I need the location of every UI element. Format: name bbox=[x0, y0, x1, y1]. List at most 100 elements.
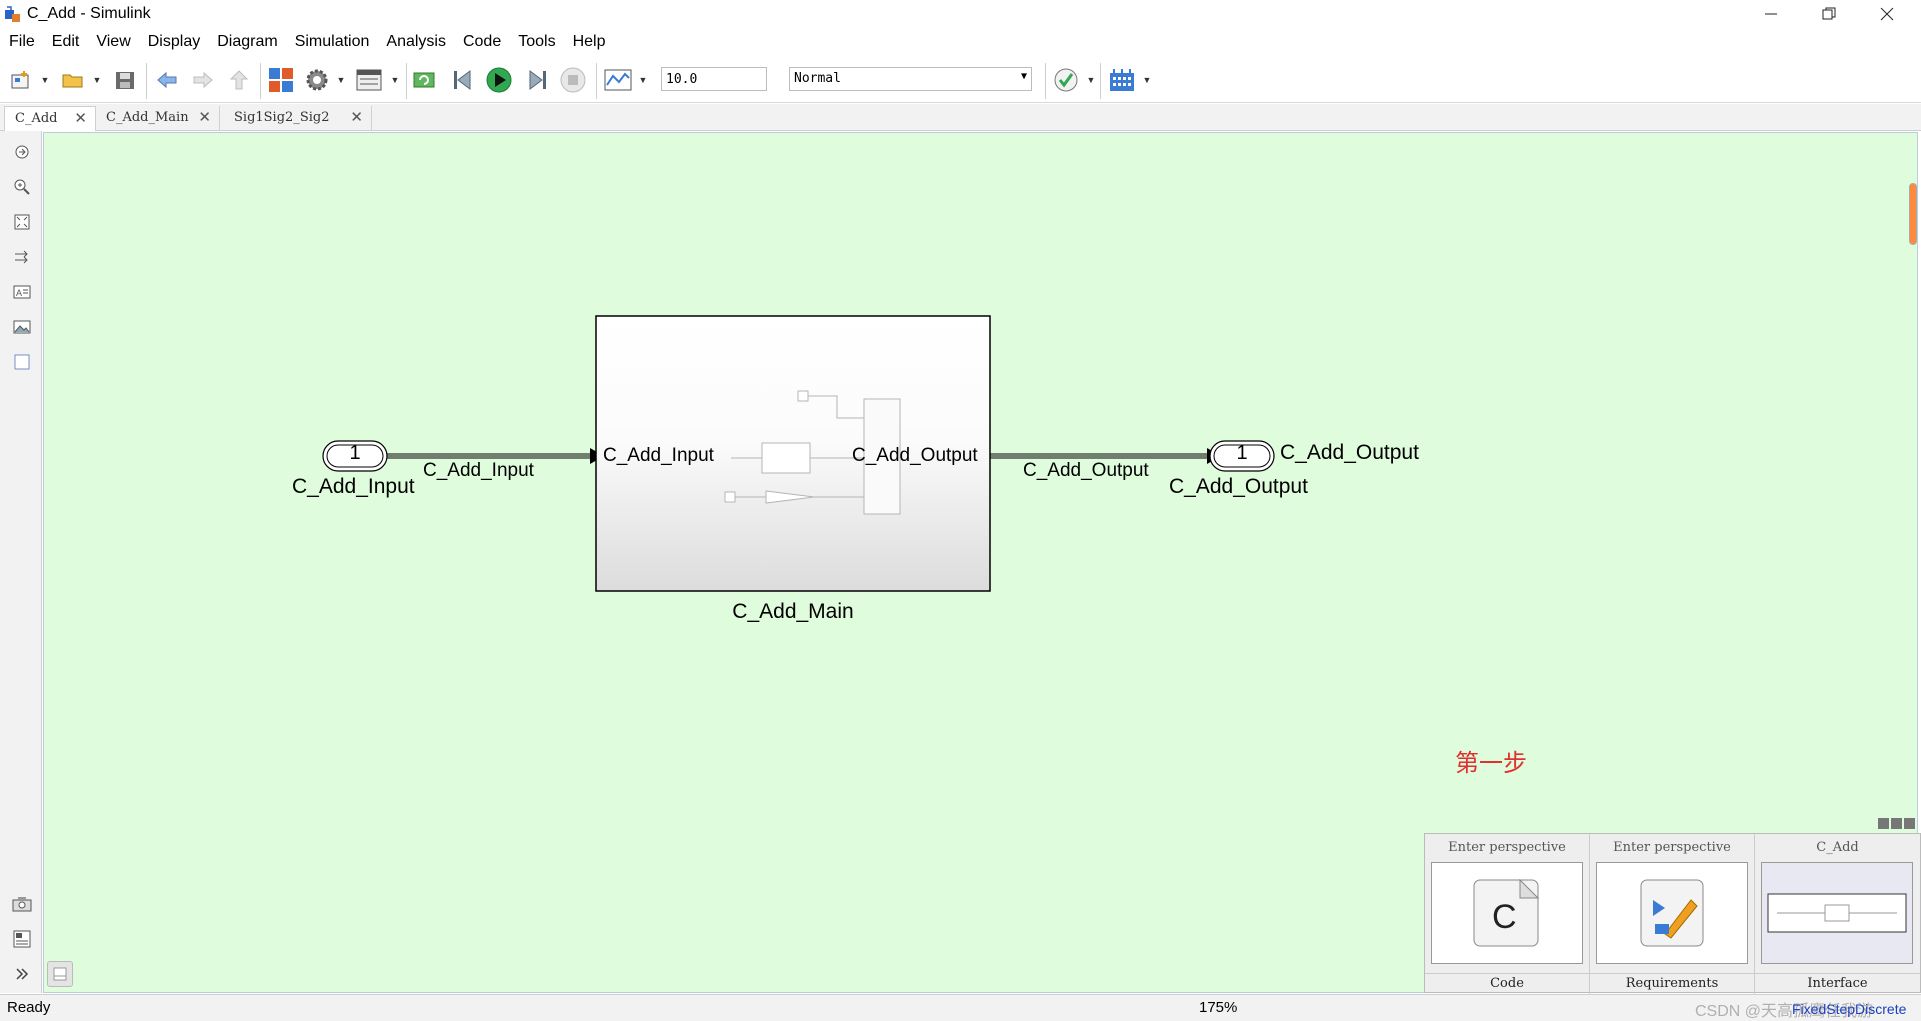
panel-icon bbox=[53, 967, 67, 981]
model-settings-icon bbox=[306, 69, 328, 91]
zoom-button[interactable] bbox=[11, 176, 33, 198]
model-advisor-button[interactable] bbox=[1050, 65, 1082, 95]
subsystem-name[interactable]: C_Add_Main bbox=[596, 600, 990, 624]
model-settings-dropdown[interactable]: ▼ bbox=[336, 65, 346, 95]
screenshot-button[interactable] bbox=[11, 893, 33, 915]
close-tab-icon[interactable]: ✕ bbox=[350, 106, 363, 129]
forward-button[interactable] bbox=[188, 65, 218, 95]
annotation-button[interactable]: A bbox=[11, 281, 33, 303]
tab-c-add[interactable]: C_Add ✕ bbox=[4, 106, 96, 131]
close-tab-icon[interactable]: ✕ bbox=[198, 106, 211, 129]
minimize-icon bbox=[1765, 13, 1777, 15]
close-icon bbox=[1880, 7, 1894, 21]
stop-button[interactable] bbox=[558, 65, 588, 95]
code-perspective-thumb: C bbox=[1431, 862, 1583, 964]
simulation-mode-value: Normal bbox=[794, 71, 841, 86]
library-browser-button[interactable] bbox=[266, 65, 296, 95]
new-model-dropdown[interactable]: ▼ bbox=[40, 65, 50, 95]
close-window-button[interactable] bbox=[1858, 0, 1916, 28]
menu-tools[interactable]: Tools bbox=[509, 30, 563, 54]
save-button[interactable] bbox=[110, 65, 140, 95]
menu-display[interactable]: Display bbox=[139, 30, 208, 54]
model-explorer-button[interactable] bbox=[354, 65, 384, 95]
tab-c-add-main[interactable]: C_Add_Main ✕ bbox=[96, 106, 220, 131]
build-button[interactable] bbox=[1106, 65, 1138, 95]
library-browser-icon bbox=[269, 68, 293, 92]
step-back-button[interactable] bbox=[448, 65, 478, 95]
new-model-button[interactable] bbox=[6, 65, 36, 95]
expand-palette-button[interactable] bbox=[11, 963, 33, 985]
up-icon bbox=[229, 70, 249, 90]
toolbar: ▼ ▼ ▼ ▼ ▼ Normal bbox=[0, 57, 1921, 103]
model-browser-icon bbox=[13, 930, 31, 948]
perspective-code[interactable]: Enter perspective C Code bbox=[1425, 834, 1590, 994]
close-tab-icon[interactable]: ✕ bbox=[74, 107, 87, 130]
data-inspector-button[interactable] bbox=[602, 65, 634, 95]
tab-sig1sig2-sig2[interactable]: Sig1Sig2_Sig2 ✕ bbox=[224, 106, 372, 131]
restore-button[interactable] bbox=[1800, 0, 1858, 28]
back-icon bbox=[157, 71, 177, 89]
input-signal-label[interactable]: C_Add_Input bbox=[423, 460, 534, 482]
update-diagram-button[interactable] bbox=[410, 65, 440, 95]
model-explorer-dropdown[interactable]: ▼ bbox=[390, 65, 400, 95]
requirements-icon bbox=[1640, 879, 1704, 947]
output-signal-label[interactable]: C_Add_Output bbox=[1023, 460, 1149, 482]
outport-name[interactable]: C_Add_Output bbox=[1169, 475, 1308, 499]
tab-label: C_Add_Main bbox=[106, 110, 189, 125]
run-button[interactable] bbox=[484, 65, 514, 95]
open-button[interactable] bbox=[58, 65, 88, 95]
simulation-mode-select[interactable]: Normal ▼ bbox=[789, 67, 1032, 91]
menu-analysis[interactable]: Analysis bbox=[377, 30, 454, 54]
model-tab-bar: C_Add ✕ C_Add_Main ✕ Sig1Sig2_Sig2 ✕ bbox=[0, 104, 1921, 131]
solver-link[interactable]: FixedStepDiscrete bbox=[1792, 1001, 1906, 1017]
menu-diagram[interactable]: Diagram bbox=[208, 30, 285, 54]
menu-file[interactable]: File bbox=[0, 30, 43, 54]
step-forward-button[interactable] bbox=[522, 65, 552, 95]
perspectives-panel: Enter perspective C Code Enter perspecti… bbox=[1424, 833, 1921, 994]
fit-view-icon bbox=[14, 214, 30, 230]
menu-help[interactable]: Help bbox=[564, 30, 614, 54]
annotation-text[interactable]: 第一步 bbox=[1455, 743, 1527, 778]
model-advisor-dropdown[interactable]: ▼ bbox=[1086, 65, 1096, 95]
vertical-scrollbar-thumb[interactable] bbox=[1909, 183, 1917, 245]
navigate-icon bbox=[15, 145, 29, 159]
model-settings-button[interactable] bbox=[302, 65, 332, 95]
perspective-footer: Interface bbox=[1755, 973, 1920, 991]
subsystem-input-port-label: C_Add_Input bbox=[603, 445, 714, 466]
menu-code[interactable]: Code bbox=[454, 30, 509, 54]
build-icon bbox=[1110, 69, 1134, 91]
hide-show-button[interactable] bbox=[47, 961, 73, 987]
inport-name[interactable]: C_Add_Input bbox=[292, 475, 415, 499]
fit-to-view-button[interactable] bbox=[11, 211, 33, 233]
hide-explorer-button[interactable] bbox=[11, 141, 33, 163]
perspective-footer: Code bbox=[1425, 973, 1589, 991]
minimize-button[interactable] bbox=[1742, 0, 1800, 28]
build-dropdown[interactable]: ▼ bbox=[1142, 65, 1152, 95]
tab-label: C_Add bbox=[15, 111, 58, 126]
step-forward-icon bbox=[529, 70, 546, 90]
stop-icon bbox=[560, 67, 586, 93]
perspective-header: Enter perspective bbox=[1448, 840, 1566, 855]
area-button[interactable] bbox=[11, 351, 33, 373]
open-icon bbox=[62, 74, 83, 88]
up-button[interactable] bbox=[224, 65, 254, 95]
model-browser-button[interactable] bbox=[11, 928, 33, 950]
image-button[interactable] bbox=[11, 316, 33, 338]
model-thumbnail-icon bbox=[1767, 893, 1907, 933]
window-title: C_Add - Simulink bbox=[27, 5, 151, 22]
forward-icon bbox=[193, 71, 213, 89]
perspective-interface[interactable]: C_Add Interface bbox=[1755, 834, 1920, 994]
run-icon bbox=[486, 67, 512, 93]
menu-edit[interactable]: Edit bbox=[43, 30, 88, 54]
update-diagram-icon bbox=[413, 72, 435, 88]
perspectives-toggle[interactable] bbox=[1878, 818, 1918, 830]
menu-view[interactable]: View bbox=[87, 30, 138, 54]
data-inspector-dropdown[interactable]: ▼ bbox=[638, 65, 648, 95]
back-button[interactable] bbox=[152, 65, 182, 95]
hide-signal-arrows-button[interactable] bbox=[11, 246, 33, 268]
stop-time-input[interactable] bbox=[661, 67, 767, 91]
menu-simulation[interactable]: Simulation bbox=[286, 30, 378, 54]
perspective-requirements[interactable]: Enter perspective Requirements bbox=[1590, 834, 1755, 994]
open-dropdown[interactable]: ▼ bbox=[92, 65, 102, 95]
requirements-perspective-thumb bbox=[1596, 862, 1748, 964]
